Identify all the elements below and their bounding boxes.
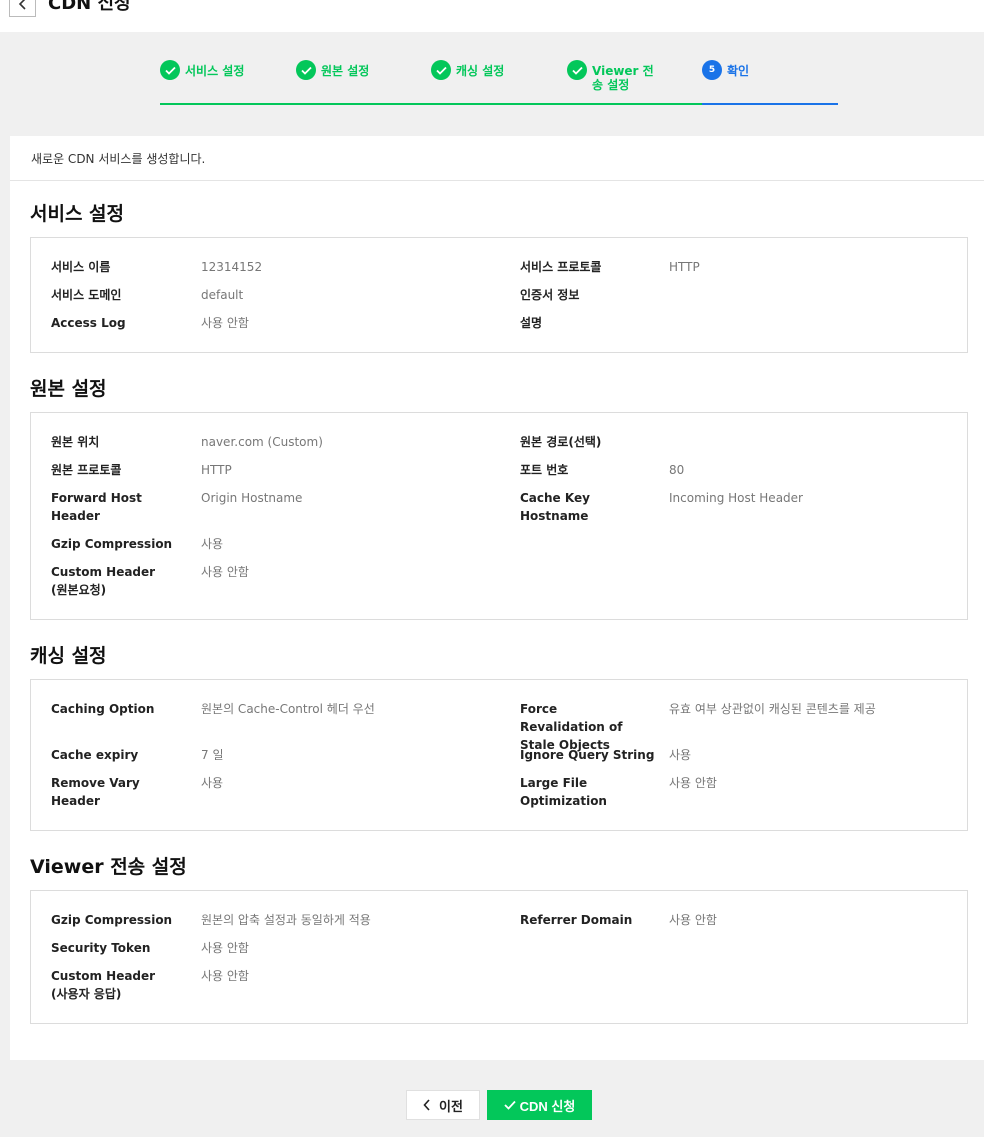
origin-location-label: 원본 위치: [51, 435, 100, 449]
service-protocol-value: HTTP: [669, 260, 700, 274]
check-icon: [160, 60, 180, 80]
progress-line-done: [160, 103, 702, 105]
referrer-domain-value: 사용 안함: [669, 913, 717, 927]
referrer-domain-label: Referrer Domain: [520, 913, 633, 927]
step-service: 서비스 설정: [160, 60, 244, 80]
origin-gzip-label: Gzip Compression: [51, 537, 173, 551]
service-name-value: 12314152: [201, 260, 263, 274]
security-token-value: 사용 안함: [201, 941, 249, 955]
origin-path-label: 원본 경로(선택): [520, 435, 602, 449]
viewer-box: Gzip Compression 원본의 압축 설정과 동일하게 적용 Refe…: [30, 890, 968, 1024]
cache-key-label: Cache Key Hostname: [520, 491, 590, 523]
large-file-value: 사용 안함: [669, 776, 717, 790]
check-icon: [296, 60, 316, 80]
step-label: 확인: [727, 64, 750, 78]
check-icon: [504, 1100, 516, 1110]
cache-expiry-value: 7 일: [201, 748, 224, 762]
cache-expiry-label: Cache expiry: [51, 748, 139, 762]
submit-button-label: CDN 신청: [519, 1098, 576, 1114]
main-card: 새로운 CDN 서비스를 생성합니다. 서비스 설정 서비스 이름 123141…: [10, 136, 984, 1060]
step-label: 원본 설정: [321, 64, 370, 78]
viewer-gzip-label: Gzip Compression: [51, 913, 173, 927]
remove-vary-label: Remove Vary Header: [51, 776, 140, 808]
origin-custom-header-label: Custom Header (원본요청): [51, 565, 156, 597]
step-number: 5: [702, 60, 722, 80]
chevron-left-icon: [18, 0, 26, 10]
section-title-viewer: Viewer 전송 설정: [30, 856, 187, 878]
service-domain-value: default: [201, 288, 244, 302]
check-icon: [431, 60, 451, 80]
step-caching: 캐싱 설정: [431, 60, 504, 80]
service-domain-label: 서비스 도메인: [51, 288, 122, 302]
origin-custom-header-value: 사용 안함: [201, 565, 249, 579]
prev-button-label: 이전: [439, 1098, 463, 1114]
cache-key-value: Incoming Host Header: [669, 491, 803, 505]
top-bar: CDN 신청: [0, 0, 984, 32]
large-file-label: Large File Optimization: [520, 776, 607, 808]
section-title-origin: 원본 설정: [30, 378, 107, 400]
section-title-service: 서비스 설정: [30, 203, 125, 225]
service-name-label: 서비스 이름: [51, 260, 111, 274]
caching-box: Caching Option 원본의 Cache-Control 헤더 우선 F…: [30, 679, 968, 831]
origin-protocol-value: HTTP: [201, 463, 232, 477]
cert-label: 인증서 정보: [520, 288, 580, 302]
prev-button[interactable]: 이전: [406, 1090, 480, 1120]
stepper: 서비스 설정 원본 설정 캐싱 설정 Viewer 전송 설정 5 확인: [160, 60, 838, 107]
access-log-value: 사용 안함: [201, 316, 249, 330]
step-label: 서비스 설정: [185, 64, 245, 78]
viewer-gzip-value: 원본의 압축 설정과 동일하게 적용: [201, 913, 371, 927]
origin-protocol-label: 원본 프로토콜: [51, 463, 122, 477]
port-value: 80: [669, 463, 685, 477]
caching-option-label: Caching Option: [51, 702, 155, 716]
ignore-query-value: 사용: [669, 748, 692, 762]
footer-actions: 이전 CDN 신청: [406, 1090, 592, 1120]
intro-text: 새로운 CDN 서비스를 생성합니다.: [10, 136, 984, 181]
force-revalidation-value: 유효 여부 상관없이 캐싱된 콘텐츠를 제공: [669, 702, 876, 716]
step-label: 캐싱 설정: [456, 64, 505, 78]
step-confirm: 5 확인: [702, 60, 749, 80]
section-title-caching: 캐싱 설정: [30, 645, 107, 667]
step-origin: 원본 설정: [296, 60, 369, 80]
step-label: Viewer 전송 설정: [592, 64, 654, 92]
origin-gzip-value: 사용: [201, 537, 224, 551]
remove-vary-value: 사용: [201, 776, 224, 790]
page-title: CDN 신청: [48, 0, 131, 14]
service-protocol-label: 서비스 프로토콜: [520, 260, 602, 274]
back-button[interactable]: [9, 0, 36, 17]
ignore-query-label: Ignore Query String: [520, 748, 655, 762]
service-box: 서비스 이름 12314152 서비스 프로토콜 HTTP 서비스 도메인 de…: [30, 237, 968, 353]
chevron-left-icon: [423, 1099, 430, 1111]
viewer-custom-header-value: 사용 안함: [201, 969, 249, 983]
origin-box: 원본 위치 naver.com (Custom) 원본 경로(선택) 원본 프로…: [30, 412, 968, 620]
port-label: 포트 번호: [520, 463, 569, 477]
forward-host-label: Forward Host Header: [51, 491, 142, 523]
security-token-label: Security Token: [51, 941, 151, 955]
access-log-label: Access Log: [51, 316, 126, 330]
forward-host-value: Origin Hostname: [201, 491, 303, 505]
desc-label: 설명: [520, 316, 543, 330]
cdn-submit-button[interactable]: CDN 신청: [487, 1090, 592, 1120]
viewer-custom-header-label: Custom Header (사용자 응답): [51, 969, 156, 1001]
caching-option-value: 원본의 Cache-Control 헤더 우선: [201, 702, 375, 716]
progress-line-active: [702, 103, 838, 105]
origin-location-value: naver.com (Custom): [201, 435, 323, 449]
check-icon: [567, 60, 587, 80]
step-viewer: Viewer 전송 설정: [567, 60, 660, 92]
